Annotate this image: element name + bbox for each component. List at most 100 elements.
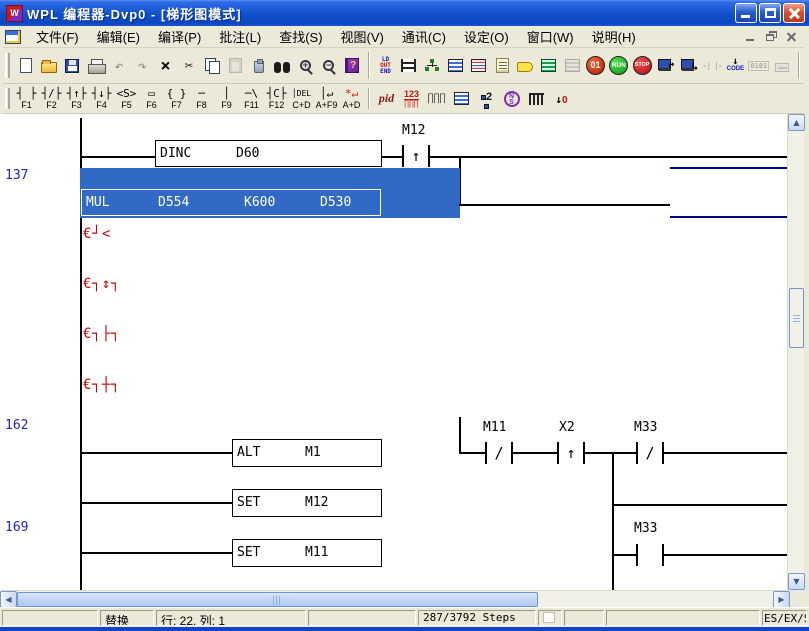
ladder-editor[interactable]: 137 162 169 DINC D60 M12 ↑ MUL D554 K600… [0, 114, 787, 590]
f4-falling-edge-button[interactable]: ┤↓├F4 [89, 86, 114, 112]
comment-tag-button[interactable] [514, 52, 537, 80]
zoom-in-button[interactable]: + [294, 52, 317, 80]
find-button[interactable] [271, 52, 294, 80]
upload-program-button[interactable]: ↱ [654, 52, 677, 80]
contact-m33-nc[interactable]: / [636, 442, 664, 464]
save-button[interactable] [61, 52, 84, 80]
contact-x2-rising[interactable]: ↑ [557, 442, 585, 464]
instruction-box-mul[interactable]: MUL D554 K600 D530 [81, 189, 381, 216]
comb-chart-button[interactable] [524, 86, 549, 112]
scale-button[interactable]: 2 [474, 86, 499, 112]
f12-contact-c-button[interactable]: ┤C├F12 [264, 86, 289, 112]
menu-edit[interactable]: 编辑(E) [88, 24, 149, 49]
instruction-box-alt[interactable]: ALT M1 [232, 439, 382, 467]
redo-button[interactable]: ↷ [131, 52, 154, 80]
toolbar-grip[interactable] [5, 53, 10, 78]
contact-m12-rising[interactable]: ↑ [402, 145, 430, 167]
pid-button[interactable]: pid [374, 86, 399, 112]
zoom-out-icon: − [323, 60, 334, 71]
mdi-restore-button[interactable] [763, 29, 780, 44]
paste-button[interactable] [224, 52, 247, 80]
scroll-up-button[interactable]: ▲ [788, 114, 805, 131]
device-table-button[interactable] [444, 52, 467, 80]
undo-button[interactable]: ↶ [107, 52, 130, 80]
ladder-view-button[interactable] [397, 52, 420, 80]
contact-m33-no[interactable] [636, 544, 664, 566]
register-table-button[interactable] [467, 52, 490, 80]
mdi-minimize-button[interactable] [743, 29, 760, 44]
help-button[interactable]: ? [341, 52, 364, 80]
vertical-scroll-thumb[interactable] [789, 288, 804, 348]
menu-communication[interactable]: 通讯(C) [393, 24, 455, 49]
plc-run-button[interactable]: RUN [607, 52, 630, 80]
value-format-button[interactable]: 123 ∏∏∏ [399, 86, 424, 112]
force-coil-button[interactable] [770, 52, 793, 80]
maximize-button[interactable] [759, 3, 781, 23]
menu-compile[interactable]: 编译(P) [149, 24, 210, 49]
f2-contact-closed-button[interactable]: ┤/├F2 [39, 86, 64, 112]
reset-zero-button[interactable]: ↓0 [549, 86, 574, 112]
insert-line-button[interactable]: │↵A+F9 [314, 86, 339, 112]
open-button[interactable] [37, 52, 60, 80]
f8-hline-button[interactable]: ─F8 [189, 86, 214, 112]
cut-button[interactable]: ✂ [177, 52, 200, 80]
f11-branch-button[interactable]: ─\F11 [239, 86, 264, 112]
mdi-child-icon[interactable] [5, 30, 21, 44]
scroll-right-button[interactable]: ▶ [773, 591, 790, 608]
horizontal-scrollbar[interactable]: ◀ ▶ [0, 590, 790, 607]
program-list-button[interactable] [490, 52, 513, 80]
instruction-list-view-button[interactable]: LD OUT END [374, 52, 397, 80]
online-monitor-button[interactable] [560, 52, 583, 80]
menu-help[interactable]: 说明(H) [583, 24, 645, 49]
vertical-line-icon: │ [223, 88, 230, 100]
download-program-button[interactable]: ↳ [677, 52, 700, 80]
force-contact-button[interactable]: -| |- [700, 52, 723, 80]
delete-vline-button[interactable]: │DELC+D [289, 86, 314, 112]
f1-contact-open-button[interactable]: ┤ ├F1 [14, 86, 39, 112]
menu-options[interactable]: 设定(O) [455, 24, 518, 49]
f7-application-button[interactable]: { }F7 [164, 86, 189, 112]
instruction-box-dinc[interactable]: DINC D60 [155, 140, 382, 167]
copy-button[interactable] [201, 52, 224, 80]
scroll-down-button[interactable]: ▼ [788, 573, 805, 590]
print-button[interactable] [84, 52, 107, 80]
cut-scissors-icon: ✂ [185, 58, 193, 74]
plc-mode-01-button[interactable]: 01 [584, 52, 607, 80]
waveform-button[interactable]: ∏∏∏ [424, 86, 449, 112]
device-comment-icon [254, 61, 264, 73]
instruction-list-icon: LD OUT END [380, 57, 391, 75]
selection-highlight[interactable]: MUL D554 K600 D530 [80, 168, 460, 218]
binary-view-button[interactable]: 0101 [747, 52, 770, 80]
mdi-close-button[interactable] [783, 29, 800, 44]
f6-coil-button[interactable]: ▭F6 [139, 86, 164, 112]
instruction-box-set-m12[interactable]: SET M12 [232, 489, 382, 517]
ns-compass-button[interactable]: N S [499, 86, 524, 112]
menu-search[interactable]: 查找(S) [270, 24, 331, 49]
delete-button[interactable]: × [154, 52, 177, 80]
menu-window[interactable]: 窗口(W) [518, 24, 583, 49]
horizontal-scroll-thumb[interactable] [17, 592, 538, 607]
instruction-box-set-m11[interactable]: SET M11 [232, 539, 382, 567]
contact-m11-nc[interactable]: / [485, 442, 513, 464]
f9-vline-button[interactable]: │F9 [214, 86, 239, 112]
plc-stop-button[interactable]: STOP [630, 52, 653, 80]
toolbar-grip[interactable] [5, 88, 10, 108]
menu-comment[interactable]: 批注(L) [210, 24, 270, 49]
menu-file[interactable]: 文件(F) [27, 24, 88, 49]
zoom-out-button[interactable]: − [317, 52, 340, 80]
minimize-button[interactable] [735, 3, 757, 23]
monitor-table-button[interactable] [537, 52, 560, 80]
convert-code-button[interactable]: ↓ CODE [724, 52, 747, 80]
new-button[interactable] [14, 52, 37, 80]
f5-step-button[interactable]: <S>F5 [114, 86, 139, 112]
device-comment-button[interactable] [247, 52, 270, 80]
close-button[interactable] [783, 3, 805, 23]
menu-view[interactable]: 视图(V) [332, 24, 393, 49]
vertical-scrollbar[interactable]: ▲ ▼ [787, 114, 804, 590]
scroll-left-button[interactable]: ◀ [0, 591, 17, 608]
f3-rising-edge-button[interactable]: ┤↑├F3 [64, 86, 89, 112]
monitor-grid-button[interactable] [449, 86, 474, 112]
insert-row-button[interactable]: *↵A+D [339, 86, 364, 112]
sfc-view-button[interactable] [421, 52, 444, 80]
mdi-minimize-icon [746, 39, 754, 41]
